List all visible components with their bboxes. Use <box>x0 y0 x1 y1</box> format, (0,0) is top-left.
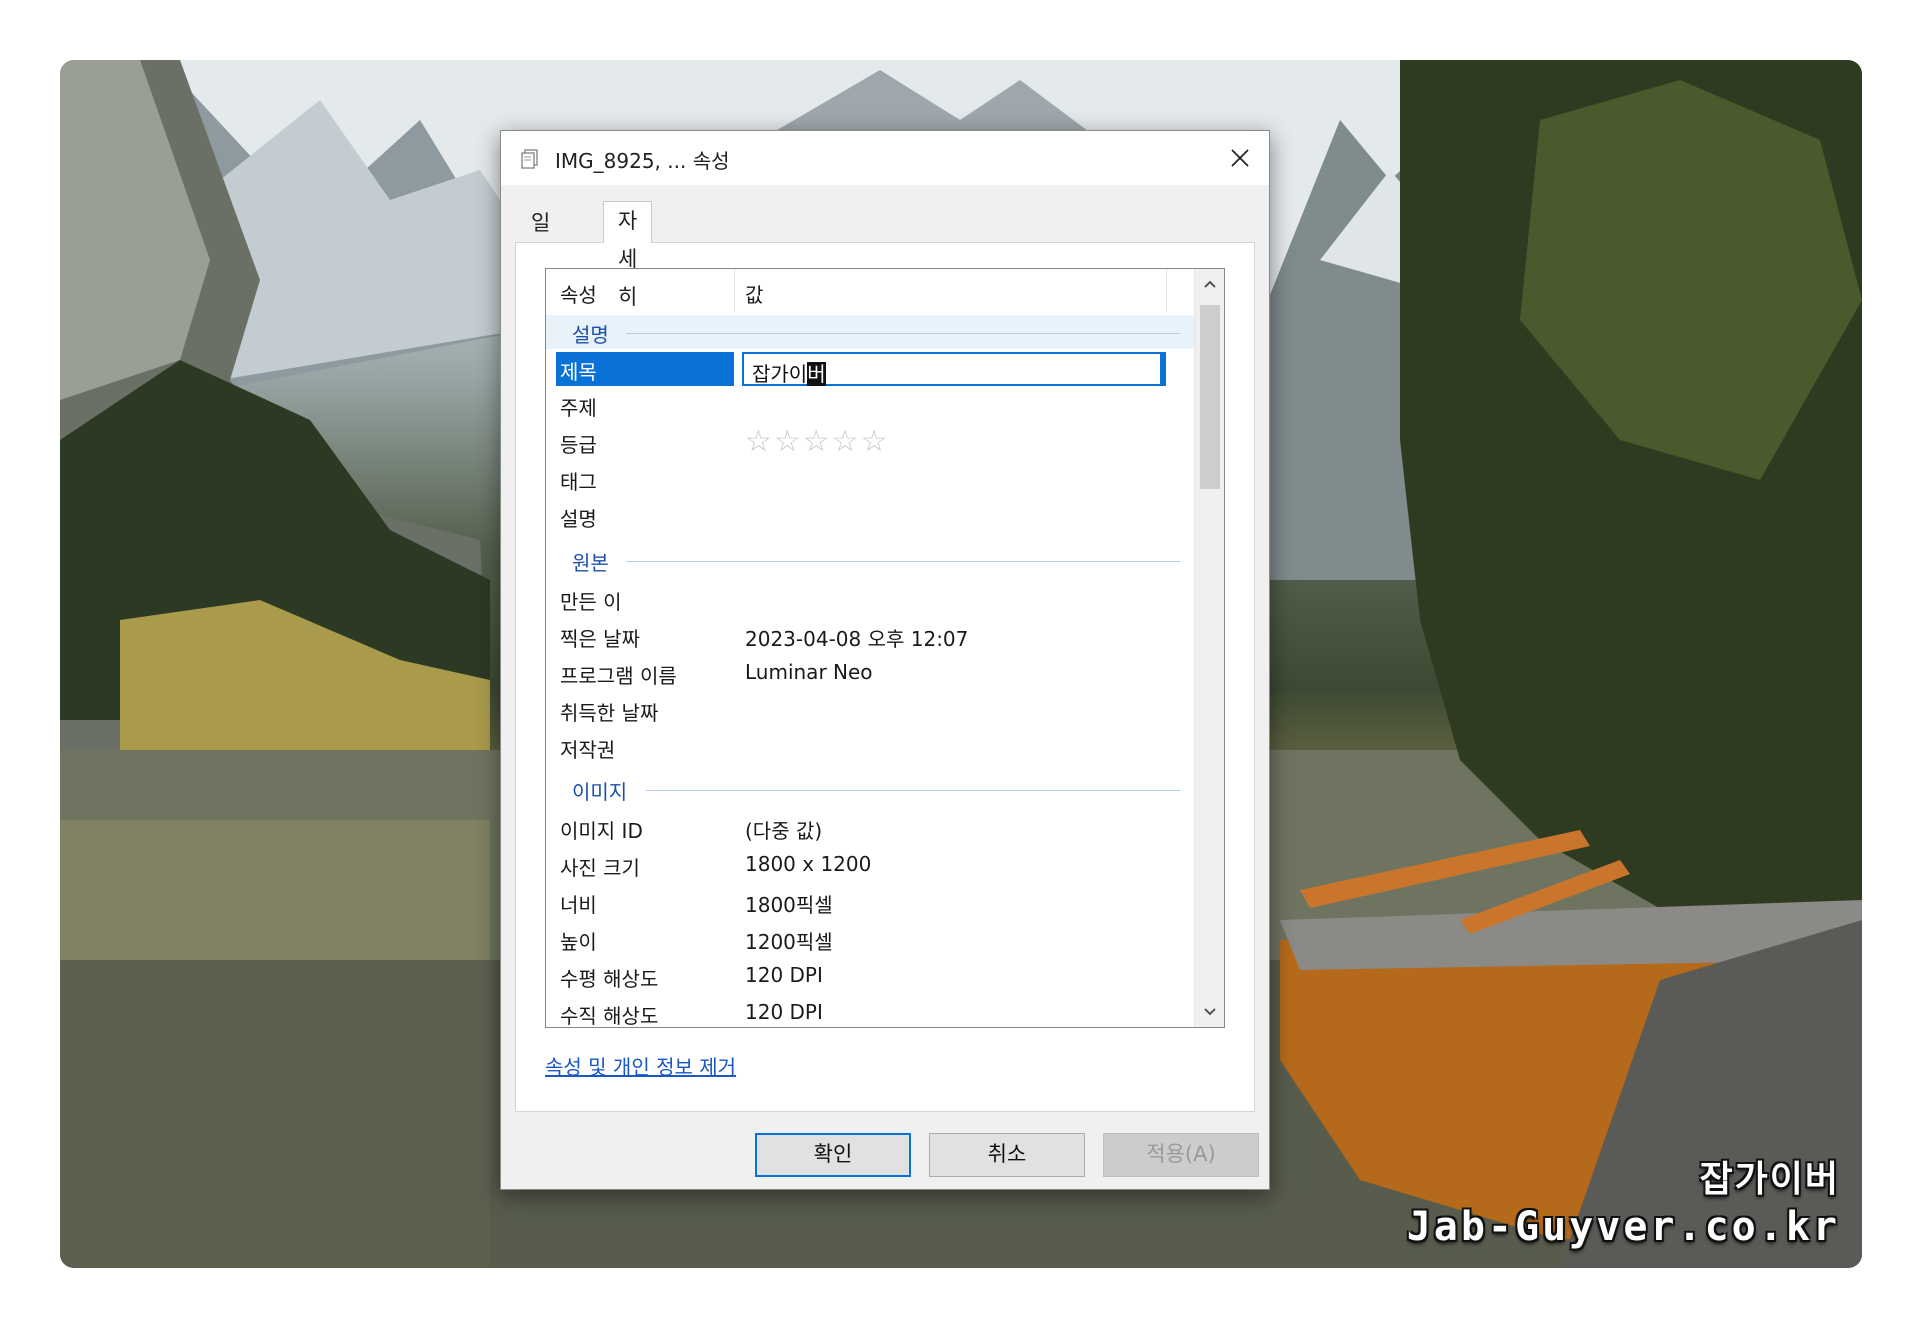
row-key: 설명 <box>560 507 597 531</box>
row-dimensions[interactable]: 사진 크기 1800 x 1200 <box>546 847 1194 883</box>
watermark-site: Jab-Guyver.co.kr <box>1406 1204 1840 1250</box>
row-key: 태그 <box>560 470 597 494</box>
remove-properties-link[interactable]: 속성 및 개인 정보 제거 <box>545 1051 736 1080</box>
row-authors[interactable]: 만든 이 <box>546 581 1194 617</box>
row-key: 저작권 <box>560 738 616 762</box>
title-edit-text: 잡가이버 <box>752 362 826 386</box>
row-value: 120 DPI <box>745 963 823 987</box>
row-value: 1800 x 1200 <box>745 852 872 876</box>
row-value: Luminar Neo <box>745 660 873 684</box>
row-vertical-resolution[interactable]: 수직 해상도 120 DPI <box>546 995 1194 1028</box>
details-panel: 속성 값 설명 제목 잡가이버 주제 등급 ☆☆☆☆☆ 태그 설명 원본 만든 … <box>515 242 1255 1112</box>
tab-general[interactable]: 일반 <box>517 207 565 267</box>
file-copy-icon <box>519 148 541 170</box>
row-value: (다중 값) <box>745 819 823 843</box>
column-header-value[interactable]: 값 <box>745 279 763 308</box>
row-title[interactable]: 제목 잡가이버 <box>546 351 1194 387</box>
group-divider <box>626 561 1180 562</box>
row-width[interactable]: 너비 1800픽셀 <box>546 884 1194 920</box>
group-label: 원본 <box>572 551 609 575</box>
close-button[interactable] <box>1211 131 1269 185</box>
ok-button[interactable]: 확인 <box>755 1133 911 1177</box>
row-key: 주제 <box>560 396 597 420</box>
chevron-up-icon <box>1204 280 1216 288</box>
row-date-acquired[interactable]: 취득한 날짜 <box>546 692 1194 728</box>
selected-text: 버 <box>807 362 826 386</box>
row-key: 취득한 날짜 <box>560 701 659 725</box>
cancel-button[interactable]: 취소 <box>929 1133 1085 1177</box>
row-horizontal-resolution[interactable]: 수평 해상도 120 DPI <box>546 958 1194 994</box>
row-comments[interactable]: 설명 <box>546 498 1194 534</box>
row-key: 찍은 날짜 <box>560 627 640 651</box>
title-edit-field[interactable]: 잡가이버 <box>742 352 1166 386</box>
apply-button[interactable]: 적용(A) <box>1103 1133 1259 1177</box>
row-key: 이미지 ID <box>560 819 643 843</box>
row-key: 프로그램 이름 <box>560 664 677 688</box>
group-description: 설명 <box>546 315 1194 349</box>
row-key: 제목 <box>560 360 597 384</box>
scroll-up-button[interactable] <box>1195 269 1224 299</box>
group-origin: 원본 <box>546 543 1194 577</box>
rating-stars-icon[interactable]: ☆☆☆☆☆ <box>745 424 889 459</box>
row-copyright[interactable]: 저작권 <box>546 729 1194 765</box>
column-divider[interactable] <box>734 269 735 313</box>
scroll-down-button[interactable] <box>1195 997 1224 1027</box>
row-value: 120 DPI <box>745 1000 823 1024</box>
group-label: 이미지 <box>572 780 628 804</box>
row-key: 높이 <box>560 930 597 954</box>
group-label: 설명 <box>572 323 609 347</box>
group-divider <box>646 790 1180 791</box>
group-image: 이미지 <box>546 772 1194 806</box>
row-value: 1200픽셀 <box>745 930 833 954</box>
close-icon <box>1231 149 1249 167</box>
vertical-scrollbar[interactable] <box>1194 269 1224 1027</box>
watermark: 잡가이버 Jab-Guyver.co.kr <box>1407 1150 1840 1250</box>
row-program-name[interactable]: 프로그램 이름 Luminar Neo <box>546 655 1194 691</box>
row-date-taken[interactable]: 찍은 날짜 2023-04-08 오후 12:07 <box>546 618 1194 654</box>
group-divider <box>626 333 1180 334</box>
tab-details[interactable]: 자세히 <box>603 201 653 309</box>
row-key: 등급 <box>560 433 597 457</box>
row-image-id[interactable]: 이미지 ID (다중 값) <box>546 810 1194 846</box>
column-divider[interactable] <box>1166 269 1167 313</box>
row-rating[interactable]: 등급 ☆☆☆☆☆ <box>546 424 1194 460</box>
row-value: 1800픽셀 <box>745 893 833 917</box>
property-list[interactable]: 속성 값 설명 제목 잡가이버 주제 등급 ☆☆☆☆☆ 태그 설명 원본 만든 … <box>545 268 1225 1028</box>
row-key: 만든 이 <box>560 590 622 614</box>
row-key: 사진 크기 <box>560 856 640 880</box>
property-list-content: 속성 값 설명 제목 잡가이버 주제 등급 ☆☆☆☆☆ 태그 설명 원본 만든 … <box>546 269 1194 1027</box>
row-value: 2023-04-08 오후 12:07 <box>745 627 969 651</box>
scroll-thumb[interactable] <box>1200 305 1220 489</box>
column-header-property[interactable]: 속성 <box>560 279 597 308</box>
column-header: 속성 값 <box>546 269 1194 313</box>
properties-dialog: IMG_8925, ... 속성 일반 자세히 속성 값 설명 <box>500 130 1270 1190</box>
row-key: 수평 해상도 <box>560 967 659 991</box>
row-height[interactable]: 높이 1200픽셀 <box>546 921 1194 957</box>
row-key: 너비 <box>560 893 597 917</box>
title-bar[interactable]: IMG_8925, ... 속성 <box>501 131 1269 185</box>
row-key: 수직 해상도 <box>560 1004 659 1028</box>
row-tags[interactable]: 태그 <box>546 461 1194 497</box>
chevron-down-icon <box>1204 1008 1216 1016</box>
dialog-title: IMG_8925, ... 속성 <box>555 149 730 173</box>
watermark-korean: 잡가이버 <box>1699 1159 1840 1200</box>
row-subject[interactable]: 주제 <box>546 387 1194 423</box>
